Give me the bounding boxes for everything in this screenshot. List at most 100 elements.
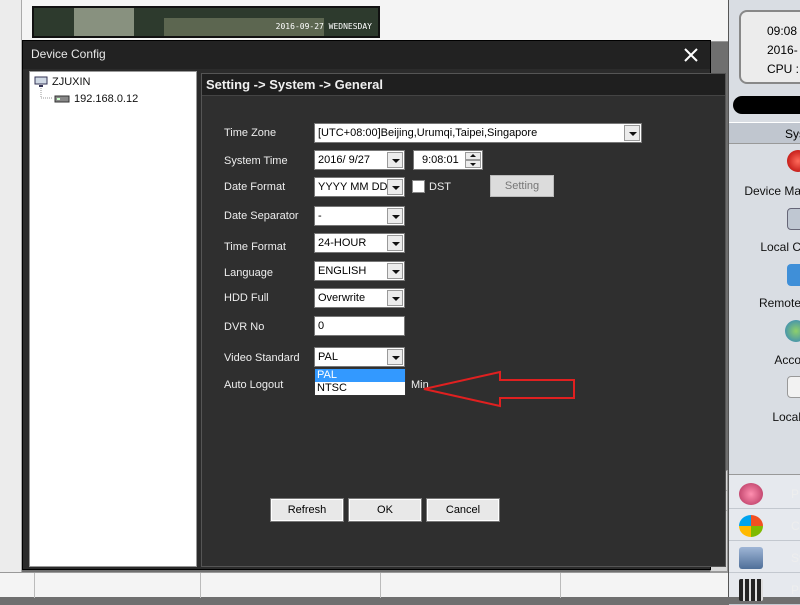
chevron-down-icon[interactable] — [624, 125, 640, 141]
status-divider — [34, 573, 35, 598]
time-format-value: 24-HOUR — [318, 237, 367, 249]
close-icon[interactable] — [682, 46, 700, 64]
tree-connector — [40, 88, 53, 99]
device-tree: ZJUXIN 192.168.0.12 — [29, 71, 197, 567]
video-osd-text: 2016-09-27 WEDNESDAY — [275, 22, 372, 31]
main-sidebar: 09:08 2016- CPU : Sys Device Ma Local C … — [728, 0, 800, 605]
sidebar-header[interactable]: Sys — [729, 122, 800, 144]
chevron-down-icon[interactable] — [387, 263, 403, 279]
clock-bar — [733, 96, 800, 114]
time-zone-value: [UTC+08:00]Beijing,Urumqi,Taipei,Singapo… — [318, 127, 538, 139]
clock-panel: 09:08 2016- CPU : — [739, 10, 800, 84]
sidebar-item-remote[interactable]: Remote — [729, 296, 800, 310]
cpu-label: CPU : — [767, 62, 800, 76]
status-divider — [560, 573, 561, 598]
spin-up-icon[interactable] — [465, 152, 481, 160]
status-divider — [380, 573, 381, 598]
date-separator-label: Date Separator — [224, 210, 299, 222]
lower-item-windows[interactable]: Co — [729, 511, 800, 541]
time-format-label: Time Format — [224, 241, 286, 253]
lower-item-label: Play — [791, 583, 800, 597]
language-value: ENGLISH — [318, 265, 367, 277]
people-icon — [739, 483, 763, 505]
system-time-value: 9:08:01 — [422, 154, 459, 166]
dropdown-option-ntsc[interactable]: NTSC — [315, 382, 405, 395]
tree-root-node[interactable]: ZJUXIN — [34, 76, 91, 88]
windows-icon — [739, 515, 763, 537]
sidebar-item-device-manager[interactable]: Device Ma — [729, 184, 800, 198]
video-standard-value: PAL — [318, 351, 338, 363]
lower-item-people[interactable]: P — [729, 479, 800, 509]
spin-down-icon[interactable] — [465, 160, 481, 168]
status-divider — [200, 573, 201, 598]
dvr-no-value: 0 — [318, 320, 325, 332]
system-icon — [739, 547, 763, 569]
date-format-select[interactable]: YYYY MM DD — [314, 177, 405, 197]
video-standard-label: Video Standard — [224, 352, 300, 364]
lower-item-system[interactable]: Sy — [729, 543, 800, 573]
refresh-button[interactable]: Refresh — [270, 498, 344, 522]
remote-icon[interactable] — [787, 264, 800, 286]
dst-label: DST — [429, 181, 451, 193]
clock-date: 2016- — [767, 43, 798, 57]
chevron-down-icon[interactable] — [387, 179, 403, 195]
play-icon — [739, 579, 763, 601]
language-select[interactable]: ENGLISH — [314, 261, 405, 281]
time-zone-select[interactable]: [UTC+08:00]Beijing,Urumqi,Taipei,Singapo… — [314, 123, 642, 143]
account-icon[interactable] — [785, 320, 800, 342]
system-time-label: System Time — [224, 155, 288, 167]
sidebar-lower-menu: P Co Sy Play — [729, 474, 800, 605]
dvr-device-icon — [54, 95, 70, 103]
dst-setting-button[interactable]: Setting — [490, 175, 554, 197]
ok-button[interactable]: OK — [348, 498, 422, 522]
hdd-full-label: HDD Full — [224, 292, 269, 304]
chevron-down-icon[interactable] — [387, 349, 403, 365]
video-scene — [74, 8, 134, 36]
lower-item-label: Sy — [791, 551, 800, 565]
system-date-value: 2016/ 9/27 — [318, 154, 370, 166]
background-status-bar — [0, 572, 728, 598]
device-manager-icon[interactable] — [787, 150, 800, 172]
clock-time: 09:08 — [767, 24, 798, 38]
video-standard-select[interactable]: PAL — [314, 347, 405, 367]
chevron-down-icon[interactable] — [387, 208, 403, 224]
language-label: Language — [224, 267, 273, 279]
system-date-picker[interactable]: 2016/ 9/27 — [314, 150, 405, 170]
date-separator-value: - — [318, 210, 322, 222]
computer-icon — [34, 76, 48, 88]
date-format-label: Date Format — [224, 181, 286, 193]
video-preview: 2016-09-27 WEDNESDAY — [32, 6, 380, 38]
system-time-input[interactable]: 9:08:01 — [413, 150, 483, 170]
sidebar-item-local[interactable]: Local — [729, 410, 800, 424]
auto-logout-label: Auto Logout — [224, 379, 284, 391]
chevron-down-icon[interactable] — [387, 235, 403, 251]
tree-root-label: ZJUXIN — [52, 76, 91, 88]
time-spinner[interactable] — [465, 152, 481, 168]
hdd-full-select[interactable]: Overwrite — [314, 288, 405, 308]
date-format-value: YYYY MM DD — [318, 181, 388, 193]
time-zone-label: Time Zone — [224, 127, 277, 139]
dst-checkbox[interactable] — [412, 180, 425, 193]
hdd-full-value: Overwrite — [318, 292, 366, 304]
time-format-select[interactable]: 24-HOUR — [314, 233, 405, 253]
chevron-down-icon[interactable] — [387, 152, 403, 168]
cancel-button[interactable]: Cancel — [426, 498, 500, 522]
panel-title: Setting -> System -> General — [202, 74, 725, 96]
date-separator-select[interactable]: - — [314, 206, 405, 226]
lower-item-label: P — [791, 487, 800, 501]
sidebar-item-account[interactable]: Acco — [729, 353, 800, 367]
settings-panel: Setting -> System -> General — [201, 73, 726, 567]
lower-item-label: Co — [791, 519, 800, 533]
sidebar-item-local-config[interactable]: Local C — [729, 240, 800, 254]
tree-device-node[interactable]: 192.168.0.12 — [54, 93, 138, 105]
video-standard-dropdown[interactable]: PAL NTSC — [314, 368, 406, 396]
dvr-no-input[interactable]: 0 — [314, 316, 405, 336]
dialog-title: Device Config — [23, 41, 710, 69]
local-icon[interactable] — [787, 376, 800, 398]
background-left-strip — [0, 0, 22, 597]
tree-device-label: 192.168.0.12 — [74, 93, 139, 105]
dropdown-option-pal[interactable]: PAL — [315, 369, 405, 382]
local-config-icon[interactable] — [787, 208, 800, 230]
lower-item-play[interactable]: Play — [729, 575, 800, 605]
chevron-down-icon[interactable] — [387, 290, 403, 306]
